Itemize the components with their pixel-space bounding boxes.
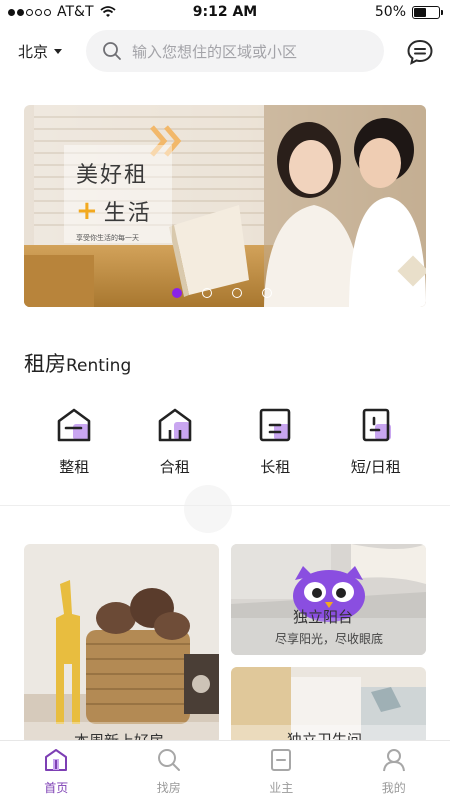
search-icon xyxy=(157,749,180,771)
section-title-zh: 租房 xyxy=(24,352,66,376)
top-header: 北京 输入您想住的区域或小区 xyxy=(0,28,450,74)
search-bar[interactable]: 输入您想住的区域或小区 xyxy=(86,30,384,72)
banner-title-line2-group: + 生活 xyxy=(76,195,152,227)
category-label: 长租 xyxy=(260,458,291,476)
shared-rent-icon xyxy=(158,408,192,442)
banner-subtitle: 享受你生活的每一天 xyxy=(76,234,139,242)
tab-owner[interactable]: 业主 xyxy=(225,741,338,800)
balcony-subtitle: 尽享阳光，尽收眼底 xyxy=(275,632,384,646)
banner-headline: 美好租 + 生活 享受你生活的每一天 xyxy=(76,157,152,243)
tab-home[interactable]: 首页 xyxy=(0,741,113,800)
banner-title-line2: 生活 xyxy=(103,201,152,226)
pager-dot[interactable] xyxy=(262,288,272,298)
banner-title-line1: 美好租 xyxy=(76,163,149,188)
tab-label: 业主 xyxy=(269,781,294,795)
owner-icon xyxy=(271,749,292,771)
promo-banner[interactable]: 美好租 + 生活 享受你生活的每一天 xyxy=(24,105,426,307)
category-long-rent[interactable]: 长租 xyxy=(230,406,320,477)
bottom-tab-bar: 首页 找房 业主 我的 xyxy=(0,740,450,800)
tab-profile[interactable]: 我的 xyxy=(338,741,450,800)
scroll-indicator xyxy=(184,485,232,533)
banner-pager[interactable] xyxy=(172,288,272,298)
category-label: 整租 xyxy=(59,458,90,476)
search-placeholder: 输入您想住的区域或小区 xyxy=(132,42,298,61)
section-divider xyxy=(0,505,450,506)
section-title-en: Renting xyxy=(66,356,132,376)
chat-icon[interactable] xyxy=(406,38,434,66)
new-listings-photo xyxy=(24,544,219,744)
tab-find[interactable]: 找房 xyxy=(113,741,226,800)
status-bar: AT&T 9:12 AM 50% xyxy=(0,0,450,26)
section-title: 租房 Renting xyxy=(24,348,131,378)
pager-dot[interactable] xyxy=(172,288,182,298)
balcony-title: 独立阳台 xyxy=(293,608,354,626)
category-whole-rent[interactable]: 整租 xyxy=(29,406,119,477)
battery-percent: 50% xyxy=(374,4,406,20)
category-label: 合租 xyxy=(159,458,190,476)
tab-label: 我的 xyxy=(381,781,406,795)
tab-label: 首页 xyxy=(44,781,69,795)
chevron-down-icon xyxy=(54,49,63,54)
pager-dot[interactable] xyxy=(202,288,212,298)
banner-plus: + xyxy=(76,196,100,226)
city-label: 北京 xyxy=(18,43,49,61)
battery-icon xyxy=(412,5,443,19)
tab-label: 找房 xyxy=(156,781,181,795)
city-selector[interactable]: 北京 xyxy=(18,41,63,62)
home-icon xyxy=(45,749,68,771)
category-label: 短/日租 xyxy=(350,458,401,476)
search-icon xyxy=(103,42,121,60)
category-grid: 整租 合租 长租 短/日租 xyxy=(24,406,426,477)
card-new-listings[interactable]: 本周新上好房 xyxy=(24,544,219,744)
long-rent-icon xyxy=(259,408,291,442)
whole-rent-icon xyxy=(57,408,91,442)
short-rent-icon xyxy=(362,408,391,442)
category-shared-rent[interactable]: 合租 xyxy=(130,406,220,477)
pager-dot[interactable] xyxy=(232,288,242,298)
battery-group: 50% xyxy=(374,4,443,20)
profile-icon xyxy=(382,749,405,772)
category-short-rent[interactable]: 短/日租 xyxy=(331,406,421,477)
card-bathroom[interactable]: 独立卫生间 xyxy=(231,667,426,744)
card-balcony[interactable]: 独立阳台 尽享阳光，尽收眼底 xyxy=(231,544,426,655)
